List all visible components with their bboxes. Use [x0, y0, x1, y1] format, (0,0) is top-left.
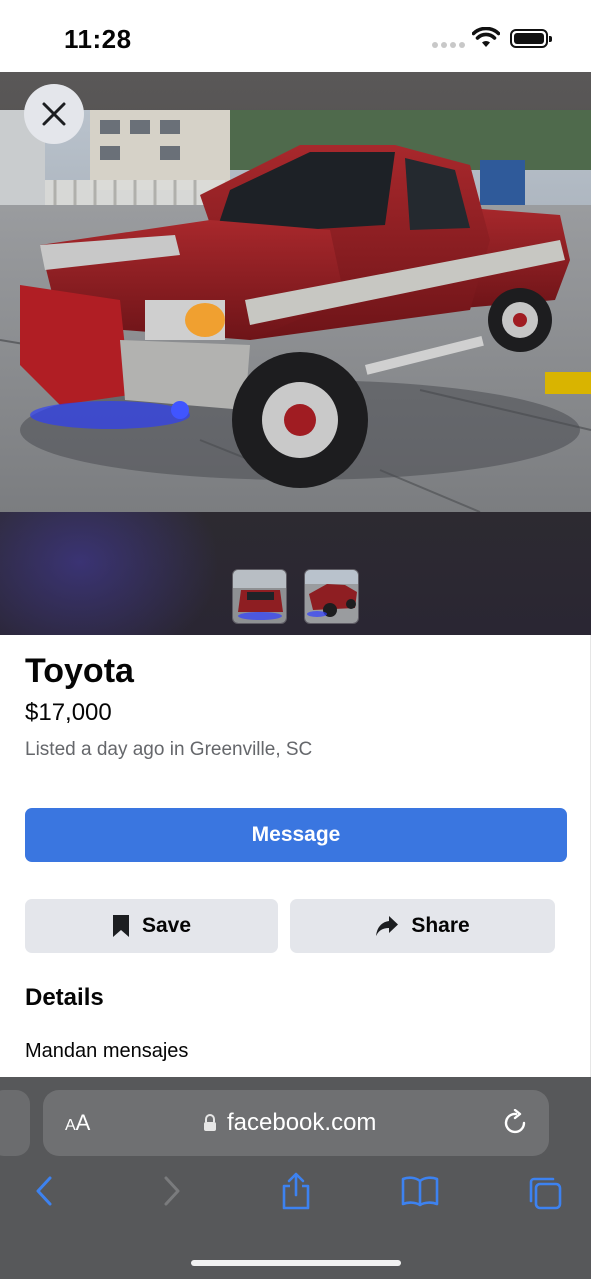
- thumbnail-strip: [232, 569, 359, 624]
- home-indicator: [191, 1260, 401, 1266]
- media-viewer: [0, 72, 591, 635]
- close-button[interactable]: [24, 84, 84, 144]
- url-display[interactable]: facebook.com: [203, 1109, 376, 1137]
- battery-icon: [510, 29, 552, 48]
- previous-tab-preview[interactable]: [0, 1090, 30, 1156]
- details-heading: Details: [25, 984, 104, 1011]
- bookmarks-icon[interactable]: [401, 1175, 439, 1207]
- truck-photo-illustration: [0, 110, 591, 512]
- browser-toolbar: AA facebook.com: [0, 1077, 591, 1279]
- status-time: 11:28: [64, 24, 132, 54]
- thumbnail-side[interactable]: [304, 569, 359, 624]
- back-icon[interactable]: [34, 1175, 54, 1207]
- details-text: Mandan mensajes: [25, 1040, 189, 1062]
- address-bar[interactable]: AA facebook.com: [43, 1090, 549, 1156]
- thumbnail-front[interactable]: [232, 569, 287, 624]
- listing-meta: Listed a day ago in Greenville, SC: [25, 739, 313, 760]
- forward-icon[interactable]: [162, 1175, 182, 1207]
- listing-photo[interactable]: [0, 110, 591, 512]
- bookmark-icon: [112, 915, 129, 937]
- listing-details: Toyota $17,000 Listed a day ago in Green…: [0, 635, 591, 1077]
- save-button-label: Save: [141, 914, 192, 937]
- save-button[interactable]: Save: [25, 899, 278, 953]
- reload-icon[interactable]: [503, 1109, 529, 1137]
- share-arrow-icon: [376, 916, 399, 936]
- lock-icon: [204, 1114, 216, 1131]
- share-sheet-icon[interactable]: [280, 1171, 312, 1211]
- cellular-signal-icon: [432, 42, 465, 48]
- listing-title: Toyota: [25, 652, 134, 690]
- tabs-icon[interactable]: [527, 1175, 563, 1211]
- share-button-label: Share: [411, 914, 470, 937]
- close-icon: [42, 102, 66, 126]
- status-bar: 11:28: [0, 0, 591, 72]
- url-text: facebook.com: [227, 1109, 377, 1136]
- text-size-button[interactable]: AA: [65, 1110, 90, 1136]
- share-button[interactable]: Share: [290, 899, 555, 953]
- wifi-icon: [472, 27, 500, 47]
- listing-price: $17,000: [25, 699, 112, 726]
- message-button-label: Message: [251, 823, 341, 846]
- message-button[interactable]: Message: [25, 808, 567, 862]
